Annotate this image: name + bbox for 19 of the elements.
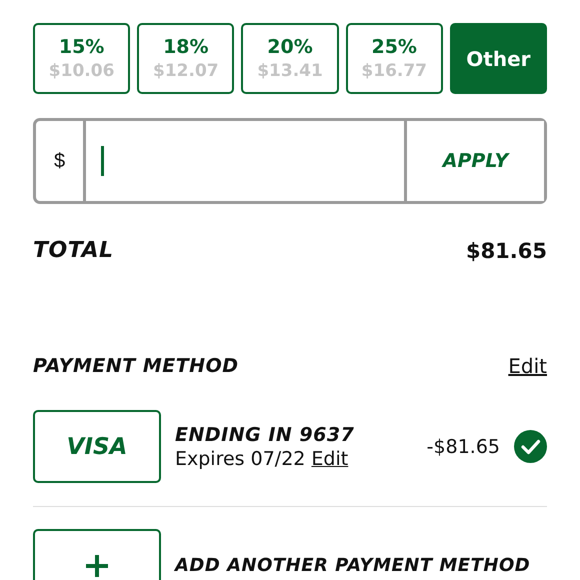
- text-cursor: [101, 146, 104, 176]
- check-icon[interactable]: [514, 430, 547, 463]
- tip-option[interactable]: 20% $13.41: [241, 23, 339, 94]
- tip-option[interactable]: 15% $10.06: [33, 23, 130, 94]
- tip-option[interactable]: 25% $16.77: [346, 23, 443, 94]
- plus-icon[interactable]: [86, 554, 108, 576]
- edit-link[interactable]: Edit: [508, 354, 547, 378]
- section-heading: PAYMENT METHOD: [33, 355, 238, 377]
- add-payment-label[interactable]: ADD ANOTHER PAYMENT METHOD: [175, 555, 530, 576]
- tip-option[interactable]: Other: [450, 23, 548, 94]
- custom-tip-field[interactable]: $ APPLY: [33, 118, 547, 204]
- total-amount: $81.65: [466, 238, 547, 262]
- card-brand-logo: VISA: [66, 434, 128, 460]
- charge-amount: -$81.65: [426, 436, 500, 458]
- card-title: ENDING IN 9637: [175, 424, 356, 446]
- tip-option[interactable]: 18% $12.07: [137, 23, 234, 94]
- expiry-text: Expires 07/22: [175, 448, 306, 470]
- edit-link[interactable]: Edit: [311, 448, 348, 470]
- total-label: TOTAL: [33, 238, 114, 263]
